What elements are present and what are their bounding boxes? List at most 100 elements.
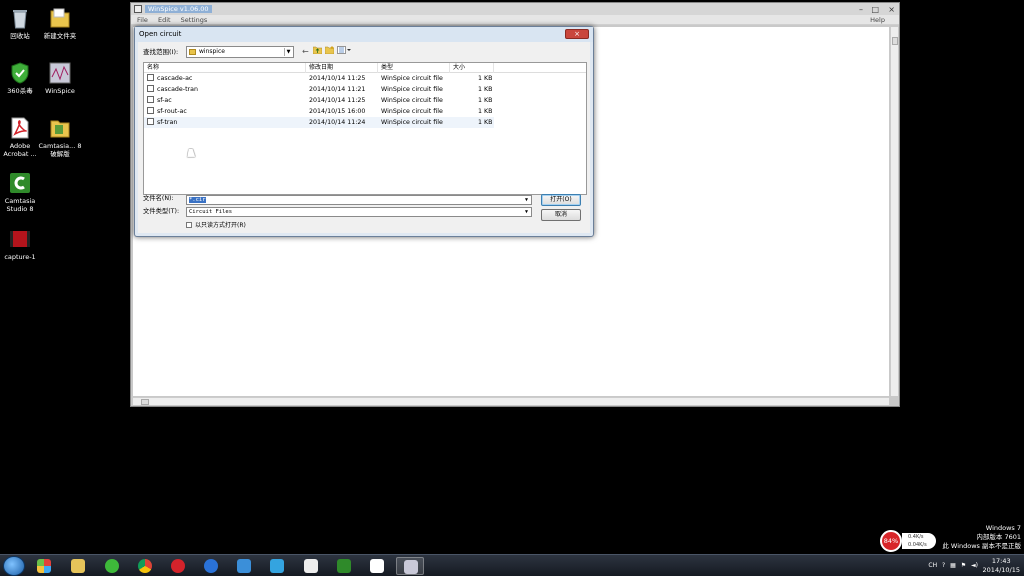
- mouse-cursor-icon: [187, 149, 197, 157]
- desktop-icon-360[interactable]: 360杀毒: [0, 61, 42, 95]
- file-row[interactable]: sf-rout-ac 2014/10/15 16:00 WinSpice cir…: [144, 106, 586, 117]
- file-date: 2014/10/14 11:25: [309, 97, 366, 104]
- circuit-file-icon: [147, 118, 154, 125]
- desktop-icon-capture[interactable]: capture-1: [0, 227, 42, 261]
- taskbar-app[interactable]: [30, 557, 58, 575]
- taskbar-app[interactable]: [263, 557, 291, 575]
- filename-value: *.cir: [189, 197, 206, 203]
- circuit-file-icon: [147, 74, 154, 81]
- file-list-header: 名称 修改日期 类型 大小: [144, 63, 586, 73]
- desktop-icon-camtasia-crack[interactable]: Camtasia... 8破解版: [38, 116, 82, 158]
- flag-icon[interactable]: ⚑: [961, 562, 966, 569]
- app-icon: [237, 559, 251, 573]
- file-size: 1 KB: [478, 108, 493, 115]
- file-row[interactable]: sf-ac 2014/10/14 11:25 WinSpice circuit …: [144, 95, 586, 106]
- file-name: cascade-ac: [157, 75, 193, 82]
- dialog-close-button[interactable]: ×: [565, 29, 589, 39]
- taskbar-clock[interactable]: 17:43 2014/10/15: [983, 557, 1020, 575]
- file-type: WinSpice circuit file: [381, 86, 443, 93]
- start-button[interactable]: [3, 556, 25, 576]
- taskbar-app[interactable]: [363, 557, 391, 575]
- horizontal-scrollbar[interactable]: [133, 397, 889, 405]
- filename-label: 文件名(N):: [143, 195, 174, 202]
- file-size: 1 KB: [478, 97, 493, 104]
- taskbar-app[interactable]: [230, 557, 258, 575]
- download-speed: 0.04K/s: [908, 542, 927, 548]
- main-title-bar[interactable]: WinSpice v1.06.00 – □ ×: [131, 3, 899, 15]
- app-store-icon: [37, 559, 51, 573]
- vertical-scrollbar[interactable]: [890, 27, 898, 396]
- desktop-icon-label: Camtasia Studio 8: [4, 197, 36, 213]
- taskbar-app[interactable]: [164, 557, 192, 575]
- file-type: WinSpice circuit file: [381, 119, 443, 126]
- checkbox-box[interactable]: [186, 222, 192, 228]
- camtasia-recorder-icon: [370, 559, 384, 573]
- file-row[interactable]: cascade-ac 2014/10/14 11:25 WinSpice cir…: [144, 73, 586, 84]
- chrome-icon: [138, 559, 152, 573]
- desktop-icon-label: 360杀毒: [7, 87, 33, 95]
- new-folder-icon[interactable]: [324, 46, 335, 58]
- file-type: WinSpice circuit file: [381, 108, 443, 115]
- taskbar-app[interactable]: [64, 557, 92, 575]
- menu-edit[interactable]: Edit: [158, 16, 171, 24]
- readonly-checkbox[interactable]: 以只读方式打开(R): [186, 221, 246, 230]
- dialog-title-bar[interactable]: Open circuit ×: [135, 27, 593, 42]
- taskbar-app[interactable]: [131, 557, 159, 575]
- filetype-value: Circuit Files: [189, 209, 233, 215]
- desktop-icon-recycle-bin[interactable]: 回收站: [0, 6, 42, 40]
- clock-time: 17:43: [991, 557, 1011, 565]
- filetype-select[interactable]: Circuit Files ▼: [186, 207, 532, 217]
- taskbar-app[interactable]: [297, 557, 325, 575]
- file-row[interactable]: sf-tran 2014/10/14 11:24 WinSpice circui…: [144, 117, 494, 128]
- chevron-down-icon[interactable]: ▼: [523, 208, 530, 216]
- cancel-button[interactable]: 取消: [541, 209, 581, 221]
- help-icon[interactable]: ?: [942, 562, 945, 569]
- open-button[interactable]: 打开(O): [541, 194, 581, 206]
- wechat-icon: [105, 559, 119, 573]
- network-icon[interactable]: ▦: [950, 562, 956, 569]
- desktop-icon-camtasia-studio[interactable]: Camtasia Studio 8: [0, 171, 42, 213]
- scroll-thumb[interactable]: [141, 399, 149, 405]
- taskbar-app[interactable]: [98, 557, 126, 575]
- chevron-down-icon[interactable]: ▼: [284, 48, 292, 56]
- volume-icon[interactable]: ◄): [971, 562, 978, 569]
- desktop-icon-new-folder[interactable]: 新建文件夹: [38, 6, 82, 40]
- look-in-label: 查找范围(I):: [143, 48, 179, 56]
- taskbar-app[interactable]: [197, 557, 225, 575]
- up-folder-icon[interactable]: [312, 46, 323, 58]
- file-name: sf-rout-ac: [157, 108, 187, 115]
- chevron-down-icon[interactable]: ▼: [523, 196, 530, 204]
- column-header-size[interactable]: 大小: [450, 63, 494, 73]
- view-menu-icon[interactable]: [337, 46, 351, 58]
- network-speed-widget[interactable]: 84% 0.4K/s 0.04K/s: [880, 530, 936, 552]
- dialog-title: Open circuit: [139, 30, 182, 38]
- filename-input[interactable]: *.cir ▼: [186, 195, 532, 205]
- desktop-icon-winspice[interactable]: WinSpice: [38, 61, 82, 95]
- file-row[interactable]: cascade-tran 2014/10/14 11:21 WinSpice c…: [144, 84, 586, 95]
- folder-icon: [50, 120, 70, 138]
- scroll-thumb[interactable]: [892, 37, 898, 45]
- desktop-icon-acrobat[interactable]: Adobe Acrobat ...: [0, 116, 42, 158]
- column-header-type[interactable]: 类型: [378, 63, 450, 73]
- taskbar-app-winspice[interactable]: [396, 557, 424, 575]
- file-size: 1 KB: [478, 75, 493, 82]
- video-file-icon: [10, 231, 30, 247]
- main-menu-bar: File Edit Settings Help: [131, 15, 899, 25]
- desktop-icon-label: capture-1: [4, 253, 36, 261]
- language-indicator[interactable]: CH: [928, 562, 937, 569]
- look-in-value: winspice: [199, 48, 225, 55]
- app-icon: [134, 5, 142, 13]
- look-in-combo[interactable]: winspice ▼: [186, 46, 294, 58]
- column-header-name[interactable]: 名称: [144, 63, 306, 73]
- menu-file[interactable]: File: [137, 16, 148, 24]
- file-type: WinSpice circuit file: [381, 97, 443, 104]
- file-list[interactable]: 名称 修改日期 类型 大小 cascade-ac 2014/10/14 11:2…: [143, 62, 587, 195]
- clock-date: 2014/10/15: [982, 566, 1020, 574]
- menu-help[interactable]: Help: [870, 15, 885, 25]
- column-header-date[interactable]: 修改日期: [306, 63, 378, 73]
- system-tray: CH ? ▦ ⚑ ◄): [928, 562, 978, 569]
- back-arrow-icon[interactable]: ←: [302, 46, 309, 58]
- menu-settings[interactable]: Settings: [181, 16, 208, 24]
- desktop-icon-label: Adobe Acrobat ...: [3, 142, 37, 158]
- taskbar-app[interactable]: [330, 557, 358, 575]
